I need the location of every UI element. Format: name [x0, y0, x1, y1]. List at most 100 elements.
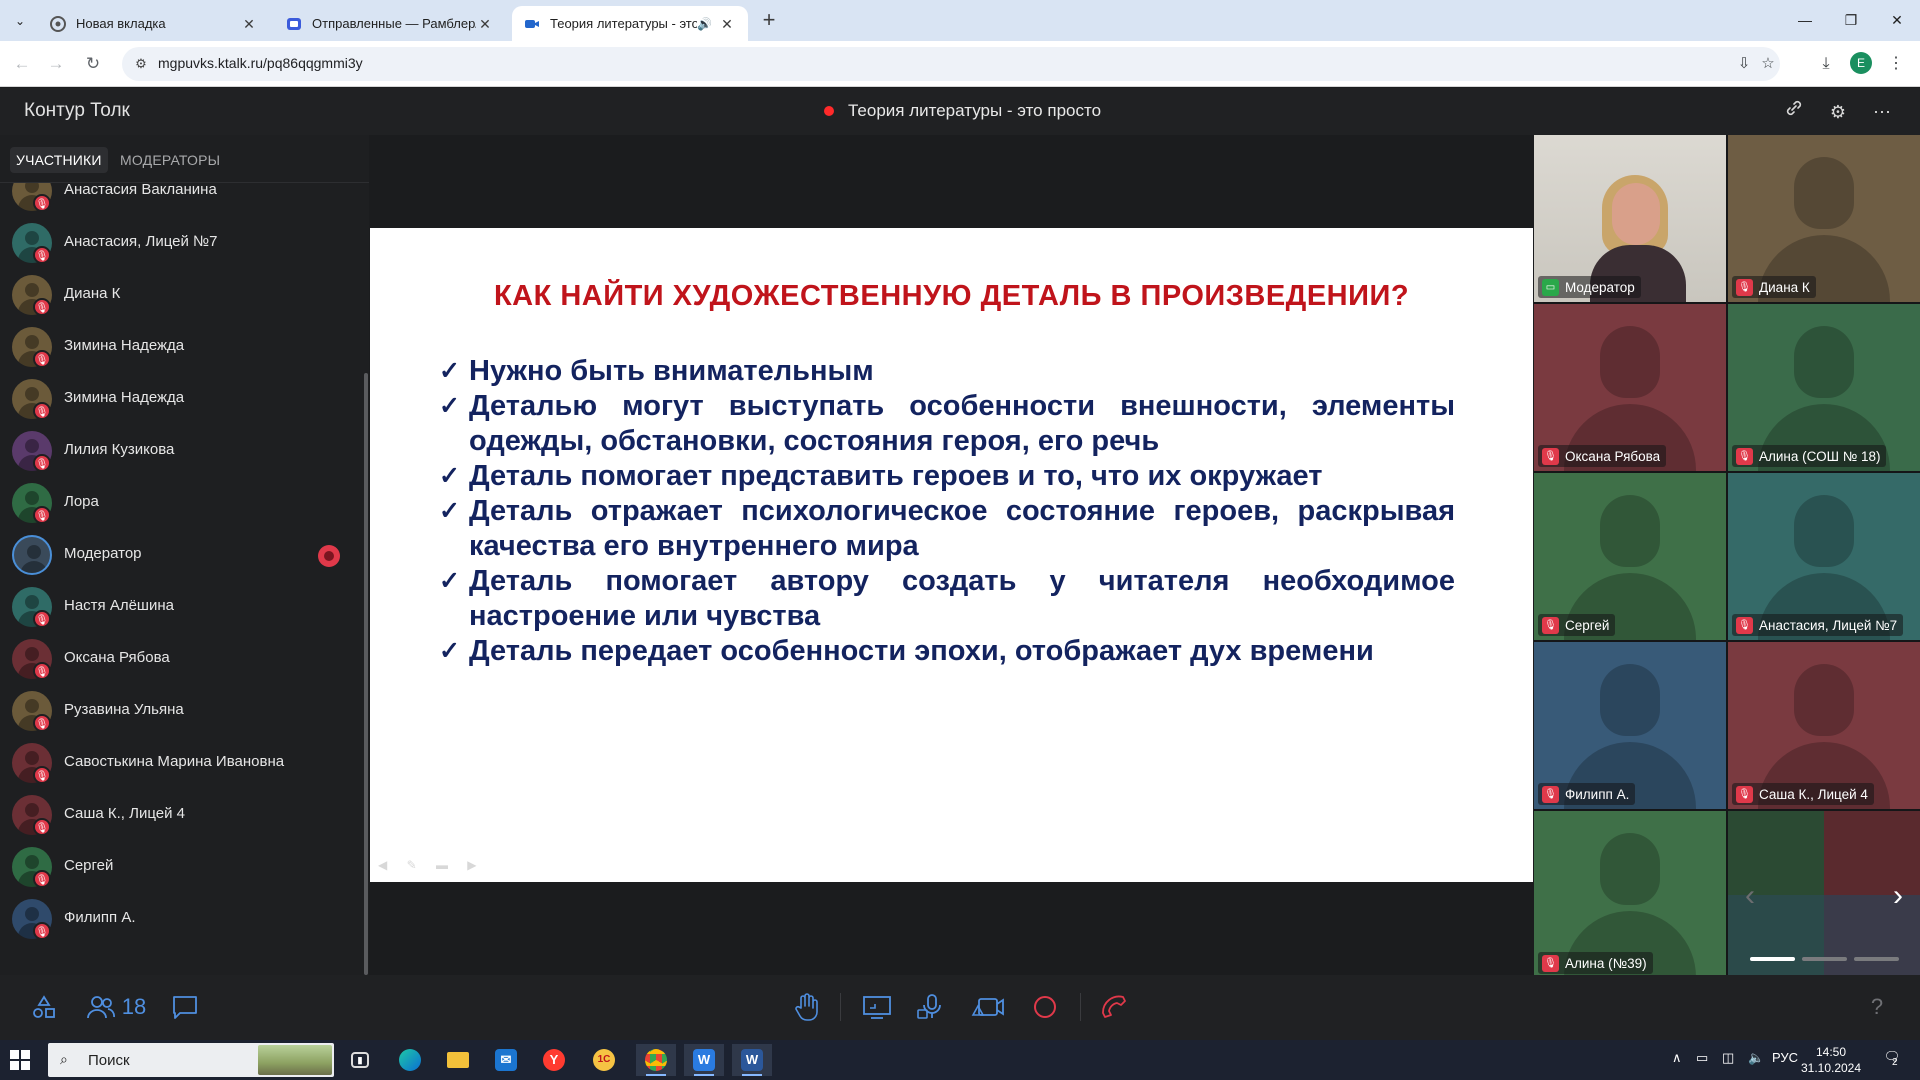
gear-icon[interactable]: ⚙: [1824, 98, 1852, 126]
participant-row[interactable]: 🎙 Саша К., Лицей 4: [0, 789, 362, 841]
screen-share-icon[interactable]: [860, 989, 894, 1025]
hang-up-icon[interactable]: [1096, 989, 1132, 1025]
edge-browser-icon[interactable]: [390, 1044, 430, 1076]
close-icon[interactable]: ✕: [718, 15, 736, 33]
keyboard-language[interactable]: РУС: [1772, 1050, 1798, 1065]
participants-button[interactable]: 18: [84, 989, 148, 1025]
chat-icon[interactable]: [170, 989, 200, 1025]
profile-avatar[interactable]: E: [1850, 52, 1872, 74]
windows-taskbar: ⌕ Поиск ▮ ✉ Y 1C W W ∧ ▭ ◫ 🔈 РУС 14:50 3…: [0, 1040, 1920, 1080]
slide-toolbar-faint[interactable]: ◀ ✎ ▬ ▶: [378, 858, 485, 872]
reload-icon[interactable]: ↻: [79, 50, 107, 78]
downloads-icon[interactable]: ⤓: [1812, 50, 1840, 78]
avatar: [12, 535, 52, 575]
camera-locked-icon[interactable]: [970, 989, 1006, 1025]
record-circle-icon[interactable]: [1030, 989, 1060, 1025]
bookmark-star-icon[interactable]: ☆: [1758, 54, 1778, 74]
restore-icon[interactable]: ❐: [1828, 8, 1874, 32]
windows-start-icon[interactable]: [10, 1050, 30, 1070]
video-tile[interactable]: 🎙 Оксана Рябова: [1534, 304, 1726, 471]
tray-chevron-icon[interactable]: ∧: [1672, 1050, 1682, 1066]
participant-name: Сергей: [64, 857, 114, 874]
participants-list: 🎙 Анастасия Вакланина 🎙 Анастасия, Лицей №7…: [0, 183, 362, 975]
yandex-browser-icon[interactable]: Y: [534, 1044, 574, 1076]
video-tile[interactable]: 🎙 Анастасия, Лицей №7: [1728, 473, 1920, 640]
divider: [840, 993, 841, 1021]
participant-row[interactable]: 🎙 Зимина Надежда: [0, 321, 362, 373]
help-button[interactable]: ?: [1862, 989, 1892, 1025]
browser-tab-mail[interactable]: Отправленные — Рамблер/почта ✕: [274, 6, 506, 41]
participant-row[interactable]: 🎙 Савостькина Марина Ивановна: [0, 737, 362, 789]
participant-row[interactable]: 🎙 Оксана Рябова: [0, 633, 362, 685]
participant-row[interactable]: 🎙 Рузавина Ульяна: [0, 685, 362, 737]
browser-menu-icon[interactable]: ⋮: [1882, 50, 1910, 78]
tab-moderators[interactable]: МОДЕРАТОРЫ: [114, 147, 226, 173]
recording-indicator-icon: [824, 106, 834, 116]
participant-row[interactable]: 🎙 Сергей: [0, 841, 362, 893]
participant-name: Лора: [64, 493, 99, 510]
close-icon[interactable]: ✕: [240, 15, 258, 33]
mail-favicon-icon: [287, 17, 301, 30]
notifications-icon[interactable]: 🗨 2: [1880, 1049, 1904, 1071]
participant-row[interactable]: 🎙 Настя Алёшина: [0, 581, 362, 633]
1c-app-icon[interactable]: 1C: [584, 1044, 624, 1076]
participant-row[interactable]: 🎙 Филипп А.: [0, 893, 362, 945]
video-tile[interactable]: ▭ Модератор: [1534, 135, 1726, 302]
participant-row[interactable]: 🎙 Лилия Кузикова: [0, 425, 362, 477]
muted-microphone-icon: 🎙: [33, 298, 51, 316]
apps-shapes-icon[interactable]: [28, 989, 60, 1025]
participant-row[interactable]: 🎙 Зимина Надежда: [0, 373, 362, 425]
muted-microphone-icon: 🎙: [1736, 447, 1753, 465]
taskbar-clock[interactable]: 14:50 31.10.2024: [1796, 1044, 1866, 1076]
browser-tab-active[interactable]: Теория литературы - это просто 🔊 ✕: [512, 6, 748, 41]
chrome-browser-icon[interactable]: [636, 1044, 676, 1076]
link-icon[interactable]: [1780, 98, 1808, 126]
participant-row[interactable]: 🎙 Анастасия, Лицей №7: [0, 217, 362, 269]
video-tile[interactable]: 🎙 Алина (СОШ № 18): [1728, 304, 1920, 471]
video-tile[interactable]: 🎙 Саша К., Лицей 4: [1728, 642, 1920, 809]
minimize-icon[interactable]: —: [1782, 8, 1828, 32]
participant-name: Рузавина Ульяна: [64, 701, 184, 718]
tray-wifi-icon[interactable]: ◫: [1722, 1050, 1734, 1066]
sidebar-scrollbar[interactable]: [364, 373, 368, 975]
tab-search-chevron-icon[interactable]: ⌄: [8, 9, 32, 33]
previous-page-chevron-icon[interactable]: ‹: [1738, 881, 1762, 911]
video-tile[interactable]: 🎙 Алина (№39): [1534, 811, 1726, 978]
video-tile[interactable]: 🎙 Сергей: [1534, 473, 1726, 640]
participant-row[interactable]: 🎙 Лора: [0, 477, 362, 529]
browser-tab-new[interactable]: Новая вкладка ✕: [38, 6, 270, 41]
file-explorer-icon[interactable]: [438, 1044, 478, 1076]
close-icon[interactable]: ✕: [476, 15, 494, 33]
tray-network-icon[interactable]: ▭: [1696, 1050, 1708, 1066]
participant-row[interactable]: 🎙 Диана К: [0, 269, 362, 321]
microphone-locked-icon[interactable]: [914, 989, 948, 1025]
new-tab-button[interactable]: +: [756, 8, 782, 34]
back-arrow-icon[interactable]: ←: [8, 50, 36, 78]
tray-volume-icon[interactable]: 🔈: [1748, 1050, 1764, 1066]
participant-row[interactable]: 🎙 Анастасия Вакланина: [0, 183, 362, 217]
video-tile[interactable]: 🎙 Диана К: [1728, 135, 1920, 302]
video-tile-label: 🎙 Оксана Рябова: [1538, 445, 1667, 467]
video-tile[interactable]: 🎙 Филипп А.: [1534, 642, 1726, 809]
tab-participants[interactable]: УЧАСТНИКИ: [10, 147, 108, 173]
mail-app-icon[interactable]: ✉: [486, 1044, 526, 1076]
address-bar[interactable]: ⚙ mgpuvks.ktalk.ru/pq86qqgmmi3y ⇩ ☆: [122, 47, 1780, 81]
forward-arrow-icon[interactable]: →: [42, 50, 70, 78]
site-settings-icon[interactable]: ⚙: [132, 55, 150, 73]
word-app-icon[interactable]: W: [732, 1044, 772, 1076]
muted-microphone-icon: 🎙: [33, 194, 51, 212]
task-view-icon[interactable]: ▮: [340, 1044, 380, 1076]
speaker-icon[interactable]: 🔊: [697, 17, 712, 31]
grid-page-indicator: [1750, 957, 1900, 961]
more-options-icon[interactable]: ⋯: [1868, 98, 1896, 126]
more-participants-tile[interactable]: ‹ ›: [1728, 811, 1920, 978]
participant-row[interactable]: Модератор: [0, 529, 362, 581]
next-page-chevron-icon[interactable]: ›: [1886, 881, 1910, 911]
install-app-icon[interactable]: ⇩: [1734, 54, 1754, 74]
tab-title: Новая вкладка: [76, 16, 166, 31]
muted-microphone-icon: 🎙: [33, 662, 51, 680]
taskbar-search-box[interactable]: ⌕ Поиск: [48, 1043, 334, 1077]
window-close-icon[interactable]: ✕: [1874, 8, 1920, 32]
ktalk-app-icon[interactable]: W: [684, 1044, 724, 1076]
raise-hand-icon[interactable]: [790, 989, 824, 1025]
